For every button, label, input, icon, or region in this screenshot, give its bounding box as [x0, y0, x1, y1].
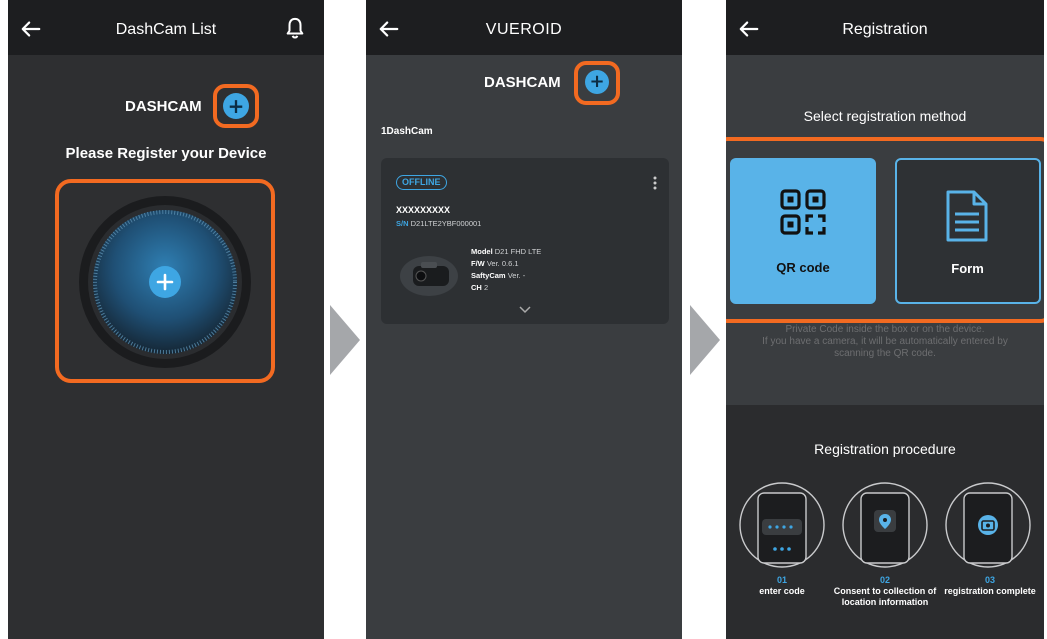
- bell-icon[interactable]: [284, 16, 306, 40]
- help-line: Private Code inside the box or on the de…: [785, 324, 985, 335]
- qr-code-label: QR code: [776, 260, 830, 275]
- step-number: 01: [776, 575, 787, 585]
- step-3-illustration: [945, 482, 1031, 568]
- step-number: 03: [984, 575, 995, 585]
- section-label: DASHCAM: [484, 74, 561, 91]
- step-1: 01 enter code: [732, 575, 832, 597]
- step-2: 02 Consent to collection of location inf…: [832, 575, 938, 608]
- fw-value: Ver. 0.6.1: [486, 259, 519, 268]
- section-label: DASHCAM: [125, 98, 202, 115]
- status-badge: OFFLINE: [396, 175, 447, 190]
- fw-label: F/W: [471, 259, 485, 268]
- qr-code-option[interactable]: QR code: [730, 158, 876, 304]
- qr-code-icon: [780, 189, 826, 235]
- step-label: Consent to collection of location inform…: [833, 586, 937, 607]
- more-vert-icon[interactable]: [653, 176, 657, 190]
- dashcam-card[interactable]: OFFLINE XXXXXXXXX S/N D21LTE2YBF000001 M…: [381, 158, 669, 324]
- step-arrow: [330, 305, 360, 375]
- model-label: Model: [471, 247, 493, 256]
- step-3: 03 registration complete: [936, 575, 1044, 597]
- register-dial[interactable]: [78, 195, 252, 369]
- form-label: Form: [951, 261, 984, 276]
- ch-value: 2: [483, 283, 489, 292]
- procedure-heading: Registration procedure: [814, 441, 956, 457]
- screen-vueroid: VUEROID DASHCAM + 1DashCam OFFLINE XXXXX…: [366, 0, 682, 639]
- sn-label: S/N: [396, 219, 409, 228]
- step-1-illustration: [739, 482, 825, 568]
- help-text: Private Code inside the box or on the de…: [726, 324, 1044, 360]
- app-bar: DashCam List: [8, 0, 324, 55]
- dashcam-device-image: [400, 256, 458, 296]
- safetycam-value: Ver. -: [507, 271, 526, 280]
- screen-dashcam-list: DashCam List DASHCAM + Please Register y…: [8, 0, 324, 639]
- register-prompt: Please Register your Device: [65, 145, 267, 162]
- sn-value: D21LTE2YBF000001: [410, 219, 482, 228]
- device-specs: Model D21 FHD LTE F/W Ver. 0.6.1 SaftyCa…: [471, 246, 541, 294]
- app-bar: Registration: [726, 0, 1044, 55]
- dashcam-name: XXXXXXXXX: [396, 205, 451, 215]
- add-dashcam-button[interactable]: +: [585, 70, 609, 94]
- safetycam-label: SaftyCam: [471, 271, 506, 280]
- help-line: scanning the QR code.: [834, 348, 936, 359]
- step-label: enter code: [759, 586, 805, 596]
- tutorial-stage: DashCam List DASHCAM + Please Register y…: [0, 0, 1047, 639]
- form-option[interactable]: Form: [895, 158, 1041, 304]
- step-label: registration complete: [944, 586, 1036, 596]
- document-icon: [946, 190, 988, 242]
- step-number: 02: [879, 575, 890, 585]
- ch-label: CH: [471, 283, 482, 292]
- screen-registration: Registration Select registration method …: [726, 0, 1044, 639]
- app-bar: VUEROID: [366, 0, 682, 55]
- chevron-down-icon[interactable]: [519, 306, 531, 314]
- step-2-illustration: [842, 482, 928, 568]
- add-dashcam-button[interactable]: +: [223, 93, 249, 119]
- step-arrow: [690, 305, 720, 375]
- select-method-heading: Select registration method: [803, 108, 967, 124]
- page-title: Registration: [842, 21, 928, 38]
- model-value: D21 FHD LTE: [494, 247, 542, 256]
- page-title: DashCam List: [115, 21, 217, 38]
- dashcam-count: 1DashCam: [381, 126, 433, 137]
- help-line: If you have a camera, it will be automat…: [762, 336, 1008, 347]
- page-title: VUEROID: [485, 21, 563, 38]
